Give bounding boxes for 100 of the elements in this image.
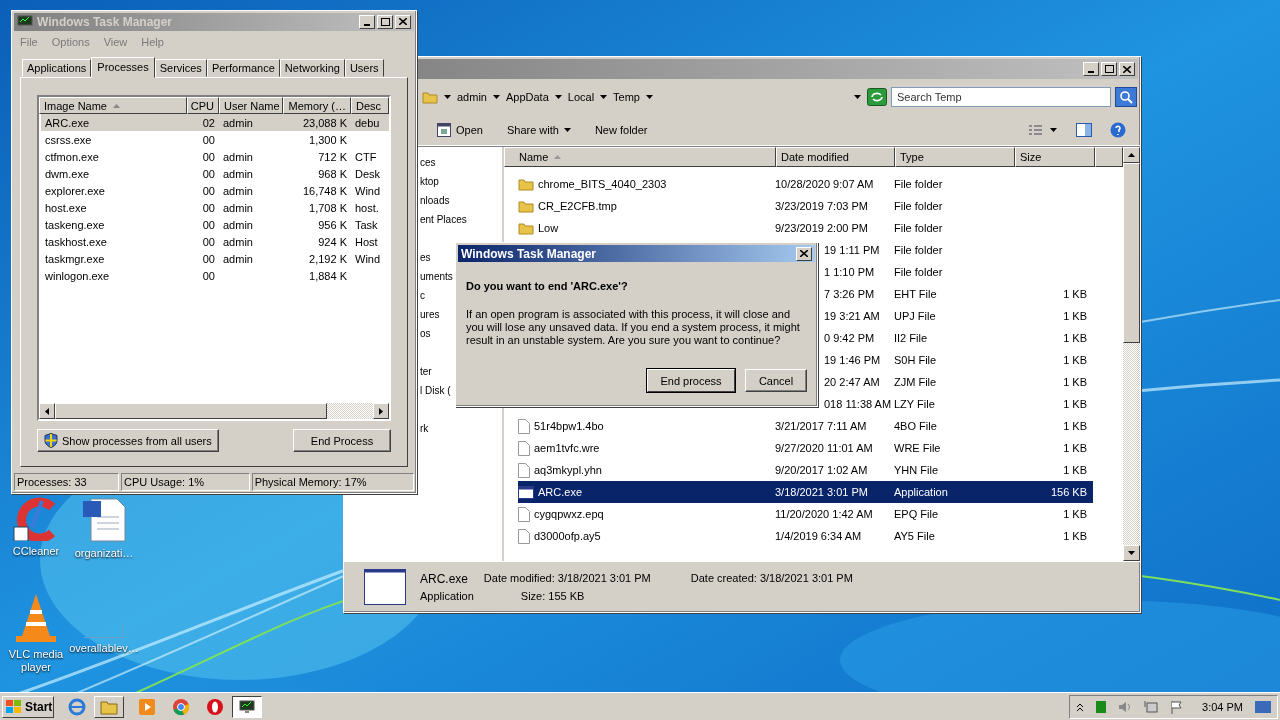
window-title: Windows Task Manager <box>37 14 174 29</box>
breadcrumb-item[interactable]: Temp <box>613 91 640 103</box>
file-type: UPJ File <box>894 310 936 322</box>
file-row[interactable]: d3000ofp.ay5 1/4/2019 6:34 AM AY5 File 1 KB <box>518 525 1093 547</box>
desktop-icon-label[interactable]: CCleaner <box>12 545 60 558</box>
process-row[interactable]: ctfmon.exe 00 admin 712 K CTF <box>41 148 389 165</box>
tab[interactable]: Services <box>154 59 207 77</box>
minimize-button[interactable] <box>1083 62 1099 76</box>
file-row[interactable]: 51r4bpw1.4bo 3/21/2017 7:11 AM 4BO File 1 KB <box>518 415 1093 437</box>
folder-icon <box>518 199 534 213</box>
file-type: WRE File <box>894 442 941 454</box>
tab[interactable]: Processes <box>91 57 155 78</box>
file-row[interactable]: ARC.exe 3/18/2021 3:01 PM Application 156 KB <box>518 481 1093 503</box>
file-name: chrome_BITS_4040_2303 <box>538 178 667 190</box>
tab[interactable]: Users <box>344 59 384 77</box>
nav-item[interactable]: ces <box>420 153 502 172</box>
end-process-button[interactable]: End Process <box>293 429 391 452</box>
file-type: EHT File <box>894 288 937 300</box>
file-row[interactable]: chrome_BITS_4040_2303 10/28/2020 9:07 AM File folder <box>518 173 1093 195</box>
vertical-scrollbar[interactable] <box>1123 147 1140 561</box>
process-row[interactable]: ARC.exe 02 admin 23,088 K debu <box>41 114 389 131</box>
process-row[interactable]: taskhost.exe 00 admin 924 K Host <box>41 233 389 250</box>
file-type: S0H File <box>894 354 937 366</box>
clock[interactable]: 3:04 PM <box>1202 700 1243 713</box>
column-header[interactable]: User Name <box>219 97 283 114</box>
nav-item[interactable]: rk <box>420 419 502 438</box>
breadcrumb-item[interactable]: Local <box>567 91 595 103</box>
table-cell-text: 00 <box>201 235 216 248</box>
process-row[interactable]: taskmgr.exe 00 admin 2,192 K Wind <box>41 250 389 267</box>
maximize-button[interactable] <box>377 14 393 29</box>
minimize-button[interactable] <box>359 14 375 29</box>
nav-item[interactable]: ent Places <box>420 210 502 229</box>
help-icon <box>1110 122 1126 138</box>
process-row[interactable]: dwm.exe 00 admin 968 K Desk <box>41 165 389 182</box>
table-cell-text: Wind <box>354 252 382 265</box>
search-field[interactable]: Search Temp <box>891 87 1111 107</box>
process-row[interactable]: host.exe 00 admin 1,708 K host. <box>41 199 389 216</box>
process-row[interactable]: taskeng.exe 00 admin 956 K Task <box>41 216 389 233</box>
file-row[interactable]: aq3mkypl.yhn 9/20/2017 1:02 AM YHN File 1 KB <box>518 459 1093 481</box>
file-type: File folder <box>894 200 943 212</box>
file-icon <box>518 528 530 544</box>
file-size: 1 KB <box>1063 310 1087 322</box>
process-row[interactable]: csrss.exe 00 1,300 K <box>41 131 389 148</box>
nav-item[interactable]: ktop <box>420 172 502 191</box>
tab[interactable]: Networking <box>279 59 345 77</box>
show-all-processes-button[interactable]: Show processes from all users <box>37 429 219 452</box>
address-bar[interactable]: admin AppData Local Temp <box>422 86 887 108</box>
close-button[interactable] <box>796 246 812 261</box>
file-size: 1 KB <box>1063 354 1087 366</box>
date-modified: 9/20/2017 1:02 AM <box>775 464 868 476</box>
file-icon <box>518 506 530 522</box>
table-cell-text: 1,708 K <box>308 201 348 214</box>
taskbar-button[interactable] <box>232 695 262 718</box>
breadcrumb-item[interactable]: AppData <box>505 91 549 103</box>
dialog-button[interactable]: Cancel <box>745 369 807 392</box>
date-modified: 19 3:21 AM <box>824 310 880 322</box>
file-type: II2 File <box>894 332 927 344</box>
tab[interactable]: Performance <box>206 59 280 77</box>
process-row[interactable]: explorer.exe 00 admin 16,748 K Wind <box>41 182 389 199</box>
file-type: File folder <box>894 222 943 234</box>
file-row[interactable]: aem1tvfc.wre 9/27/2020 11:01 AM WRE File 1 KB <box>518 437 1093 459</box>
toolbar-button[interactable]: Share with <box>503 122 574 138</box>
file-row[interactable]: CR_E2CFB.tmp 3/23/2019 7:03 PM File folder <box>518 195 1093 217</box>
breadcrumb-item[interactable]: admin <box>457 91 487 103</box>
file-size: 1 KB <box>1063 398 1087 410</box>
column-header[interactable]: Image Name <box>39 97 187 114</box>
column-header[interactable]: Desc <box>351 97 389 114</box>
file-row[interactable]: Low 9/23/2019 2:00 PM File folder <box>518 217 1093 239</box>
tab[interactable]: Applications <box>22 59 92 77</box>
column-header[interactable]: Memory (… <box>283 97 351 114</box>
dialog-button[interactable]: End process <box>647 369 735 392</box>
column-header[interactable]: Size <box>1015 147 1095 167</box>
file-name: d3000ofp.ay5 <box>534 530 601 542</box>
horizontal-scrollbar[interactable] <box>39 403 389 419</box>
table-cell-text: admin <box>222 116 254 129</box>
browser-icon <box>172 697 190 716</box>
toolbar-button[interactable]: New folder <box>591 122 651 138</box>
column-header[interactable]: Name <box>504 147 776 167</box>
table-cell-text: 00 <box>201 269 216 282</box>
close-icon <box>1123 65 1131 73</box>
toolbar-button[interactable]: Open <box>434 121 486 139</box>
column-header[interactable]: CPU <box>187 97 219 114</box>
process-row[interactable]: winlogon.exe 00 1,884 K <box>41 267 389 284</box>
table-cell-text: 956 K <box>317 218 348 231</box>
file-row[interactable]: cygqpwxz.epq 11/20/2020 1:42 AM EPQ File 1 KB <box>518 503 1093 525</box>
maximize-button[interactable] <box>1101 62 1117 76</box>
table-cell-text: 2,192 K <box>308 252 348 265</box>
nav-item[interactable]: nloads <box>420 191 502 210</box>
dialog-title: Windows Task Manager <box>461 246 598 261</box>
file-type: File folder <box>894 178 943 190</box>
refresh-icon <box>867 88 887 106</box>
file-icon <box>518 440 530 456</box>
close-button[interactable] <box>395 14 411 29</box>
opera-icon <box>206 697 224 716</box>
file-type: 4BO File <box>894 420 937 432</box>
column-header[interactable]: Type <box>895 147 1015 167</box>
start-button[interactable]: Start <box>2 695 54 718</box>
close-button[interactable] <box>1119 62 1135 76</box>
table-cell-text: admin <box>222 150 254 163</box>
column-header[interactable]: Date modified <box>776 147 895 167</box>
